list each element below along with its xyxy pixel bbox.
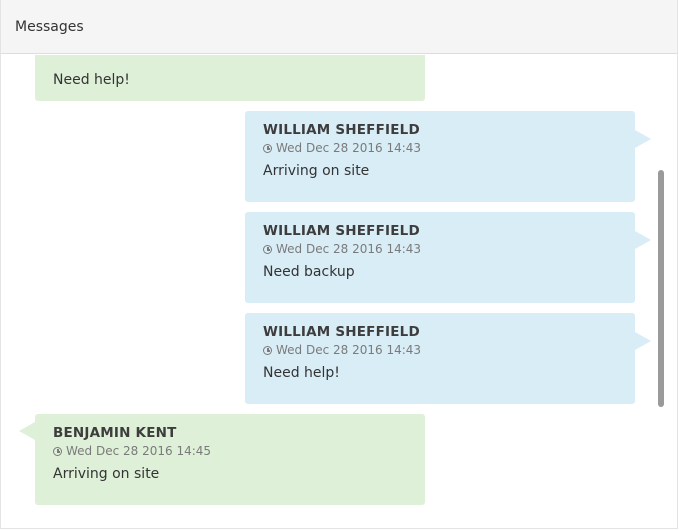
message-bubble: Need help! xyxy=(35,55,425,101)
timestamp-text: Wed Dec 28 2016 14:45 xyxy=(66,444,212,458)
clock-icon xyxy=(53,446,62,456)
message-text: Arriving on site xyxy=(263,163,370,179)
message-bubble: BENJAMIN KENT Wed Dec 28 2016 14:45 Arri… xyxy=(19,414,425,505)
message-text: Arriving on site xyxy=(53,466,160,482)
message-timestamp: Wed Dec 28 2016 14:45 xyxy=(53,443,407,459)
message-text: Need help! xyxy=(53,72,130,88)
panel-header: Messages xyxy=(1,0,677,54)
scrollbar-thumb[interactable] xyxy=(658,170,664,407)
message-bubble: WILLIAM SHEFFIELD Wed Dec 28 2016 14:43 … xyxy=(245,313,651,404)
message-bubble: WILLIAM SHEFFIELD Wed Dec 28 2016 14:43 … xyxy=(245,212,651,303)
panel-title: Messages xyxy=(15,19,84,35)
timestamp-text: Wed Dec 28 2016 14:43 xyxy=(276,141,422,155)
timestamp-text: Wed Dec 28 2016 14:43 xyxy=(276,242,422,256)
message-timestamp: Wed Dec 28 2016 14:43 xyxy=(263,140,617,156)
message-text: Need help! xyxy=(263,365,340,381)
message-list[interactable]: Need help! WILLIAM SHEFFIELD Wed Dec 28 … xyxy=(1,55,677,528)
timestamp-text: Wed Dec 28 2016 14:43 xyxy=(276,343,422,357)
message-sender: WILLIAM SHEFFIELD xyxy=(263,324,420,340)
message-timestamp: Wed Dec 28 2016 14:43 xyxy=(263,342,617,358)
message-timestamp: Wed Dec 28 2016 14:43 xyxy=(263,241,617,257)
message-sender: WILLIAM SHEFFIELD xyxy=(263,223,420,239)
message-bubble: WILLIAM SHEFFIELD Wed Dec 28 2016 14:43 … xyxy=(245,111,651,202)
message-text: Need backup xyxy=(263,264,355,280)
clock-icon xyxy=(263,345,272,355)
clock-icon xyxy=(263,244,272,254)
message-sender: WILLIAM SHEFFIELD xyxy=(263,122,420,138)
clock-icon xyxy=(263,143,272,153)
messages-panel: Messages Need help! WILLIAM SHEFFIELD We… xyxy=(0,0,678,529)
message-sender: BENJAMIN KENT xyxy=(53,425,177,441)
